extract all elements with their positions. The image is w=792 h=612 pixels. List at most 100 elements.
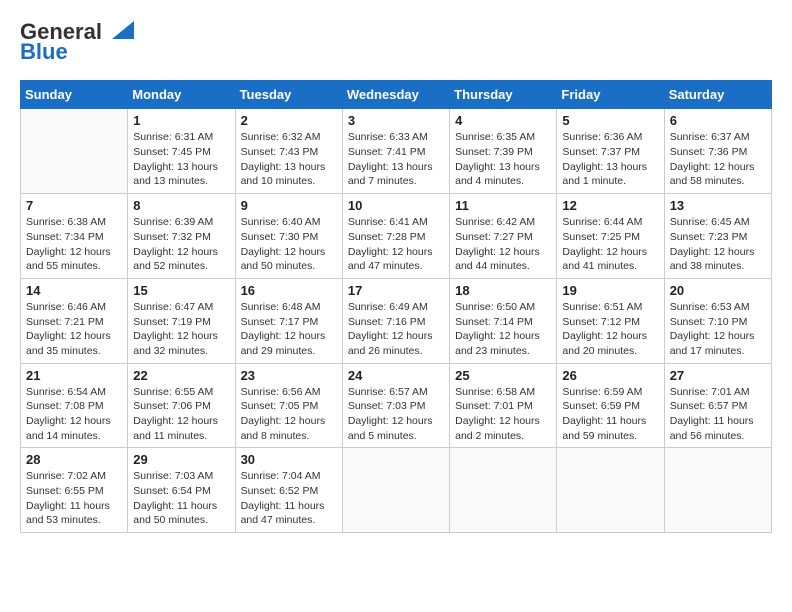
calendar-cell: 6 Sunrise: 6:37 AM Sunset: 7:36 PM Daylig… bbox=[664, 109, 771, 194]
cell-date-number: 23 bbox=[241, 368, 337, 383]
cell-date-number: 17 bbox=[348, 283, 444, 298]
calendar-cell: 23 Sunrise: 6:56 AM Sunset: 7:05 PM Dayli… bbox=[235, 363, 342, 448]
cell-info-text: Sunrise: 6:57 AM Sunset: 7:03 PM Dayligh… bbox=[348, 385, 444, 444]
cell-date-number: 11 bbox=[455, 198, 551, 213]
calendar-cell: 1 Sunrise: 6:31 AM Sunset: 7:45 PM Daylig… bbox=[128, 109, 235, 194]
calendar-week-4: 21Sunrise: 6:54 AM Sunset: 7:08 PM Dayli… bbox=[21, 363, 772, 448]
cell-date-number: 10 bbox=[348, 198, 444, 213]
cell-info-text: Sunrise: 6:46 AM Sunset: 7:21 PM Dayligh… bbox=[26, 300, 122, 359]
calendar-cell: 24 Sunrise: 6:57 AM Sunset: 7:03 PM Dayli… bbox=[342, 363, 449, 448]
cell-info-text: Sunrise: 6:44 AM Sunset: 7:25 PM Dayligh… bbox=[562, 215, 658, 274]
calendar-week-5: 28Sunrise: 7:02 AM Sunset: 6:55 PM Dayli… bbox=[21, 448, 772, 533]
page-header: General Blue bbox=[20, 20, 772, 64]
logo-blue: Blue bbox=[20, 39, 68, 64]
cell-info-text: Sunrise: 6:58 AM Sunset: 7:01 PM Dayligh… bbox=[455, 385, 551, 444]
cell-date-number: 4 bbox=[455, 113, 551, 128]
calendar-cell: 29 Sunrise: 7:03 AM Sunset: 6:54 PM Dayli… bbox=[128, 448, 235, 533]
calendar-cell: 12 Sunrise: 6:44 AM Sunset: 7:25 PM Dayli… bbox=[557, 194, 664, 279]
cell-date-number: 7 bbox=[26, 198, 122, 213]
cell-date-number: 5 bbox=[562, 113, 658, 128]
cell-info-text: Sunrise: 6:49 AM Sunset: 7:16 PM Dayligh… bbox=[348, 300, 444, 359]
cell-info-text: Sunrise: 6:56 AM Sunset: 7:05 PM Dayligh… bbox=[241, 385, 337, 444]
cell-info-text: Sunrise: 6:50 AM Sunset: 7:14 PM Dayligh… bbox=[455, 300, 551, 359]
calendar-cell: 11 Sunrise: 6:42 AM Sunset: 7:27 PM Dayli… bbox=[450, 194, 557, 279]
cell-date-number: 20 bbox=[670, 283, 766, 298]
calendar-cell bbox=[342, 448, 449, 533]
day-header-sunday: Sunday bbox=[21, 81, 128, 109]
calendar-cell: 20 Sunrise: 6:53 AM Sunset: 7:10 PM Dayli… bbox=[664, 278, 771, 363]
calendar-cell: 9 Sunrise: 6:40 AM Sunset: 7:30 PM Daylig… bbox=[235, 194, 342, 279]
day-header-wednesday: Wednesday bbox=[342, 81, 449, 109]
calendar-cell: 22Sunrise: 6:55 AM Sunset: 7:06 PM Dayli… bbox=[128, 363, 235, 448]
calendar-cell: 19 Sunrise: 6:51 AM Sunset: 7:12 PM Dayli… bbox=[557, 278, 664, 363]
calendar-cell: 2 Sunrise: 6:32 AM Sunset: 7:43 PM Daylig… bbox=[235, 109, 342, 194]
cell-date-number: 21 bbox=[26, 368, 122, 383]
calendar-week-1: 1 Sunrise: 6:31 AM Sunset: 7:45 PM Daylig… bbox=[21, 109, 772, 194]
cell-info-text: Sunrise: 6:41 AM Sunset: 7:28 PM Dayligh… bbox=[348, 215, 444, 274]
calendar-cell: 5 Sunrise: 6:36 AM Sunset: 7:37 PM Daylig… bbox=[557, 109, 664, 194]
calendar-table: SundayMondayTuesdayWednesdayThursdayFrid… bbox=[20, 80, 772, 533]
day-header-saturday: Saturday bbox=[664, 81, 771, 109]
calendar-cell: 25 Sunrise: 6:58 AM Sunset: 7:01 PM Dayli… bbox=[450, 363, 557, 448]
calendar-cell: 30 Sunrise: 7:04 AM Sunset: 6:52 PM Dayli… bbox=[235, 448, 342, 533]
calendar-cell: 16 Sunrise: 6:48 AM Sunset: 7:17 PM Dayli… bbox=[235, 278, 342, 363]
cell-date-number: 3 bbox=[348, 113, 444, 128]
calendar-cell bbox=[664, 448, 771, 533]
calendar-cell bbox=[557, 448, 664, 533]
cell-info-text: Sunrise: 6:53 AM Sunset: 7:10 PM Dayligh… bbox=[670, 300, 766, 359]
cell-date-number: 6 bbox=[670, 113, 766, 128]
cell-date-number: 1 bbox=[133, 113, 229, 128]
cell-info-text: Sunrise: 6:33 AM Sunset: 7:41 PM Dayligh… bbox=[348, 130, 444, 189]
cell-date-number: 19 bbox=[562, 283, 658, 298]
cell-info-text: Sunrise: 7:03 AM Sunset: 6:54 PM Dayligh… bbox=[133, 469, 229, 528]
logo: General Blue bbox=[20, 20, 134, 64]
cell-info-text: Sunrise: 6:31 AM Sunset: 7:45 PM Dayligh… bbox=[133, 130, 229, 189]
cell-date-number: 25 bbox=[455, 368, 551, 383]
cell-date-number: 13 bbox=[670, 198, 766, 213]
cell-info-text: Sunrise: 6:51 AM Sunset: 7:12 PM Dayligh… bbox=[562, 300, 658, 359]
cell-date-number: 28 bbox=[26, 452, 122, 467]
calendar-cell bbox=[21, 109, 128, 194]
calendar-cell: 10 Sunrise: 6:41 AM Sunset: 7:28 PM Dayli… bbox=[342, 194, 449, 279]
cell-date-number: 2 bbox=[241, 113, 337, 128]
calendar-cell: 18Sunrise: 6:50 AM Sunset: 7:14 PM Dayli… bbox=[450, 278, 557, 363]
calendar-week-2: 7Sunrise: 6:38 AM Sunset: 7:34 PM Daylig… bbox=[21, 194, 772, 279]
calendar-cell: 15 Sunrise: 6:47 AM Sunset: 7:19 PM Dayli… bbox=[128, 278, 235, 363]
cell-date-number: 16 bbox=[241, 283, 337, 298]
cell-info-text: Sunrise: 6:36 AM Sunset: 7:37 PM Dayligh… bbox=[562, 130, 658, 189]
cell-info-text: Sunrise: 6:42 AM Sunset: 7:27 PM Dayligh… bbox=[455, 215, 551, 274]
calendar-cell: 17 Sunrise: 6:49 AM Sunset: 7:16 PM Dayli… bbox=[342, 278, 449, 363]
calendar-cell: 8 Sunrise: 6:39 AM Sunset: 7:32 PM Daylig… bbox=[128, 194, 235, 279]
calendar-cell: 13 Sunrise: 6:45 AM Sunset: 7:23 PM Dayli… bbox=[664, 194, 771, 279]
calendar-cell: 14 Sunrise: 6:46 AM Sunset: 7:21 PM Dayli… bbox=[21, 278, 128, 363]
cell-date-number: 15 bbox=[133, 283, 229, 298]
calendar-cell: 28Sunrise: 7:02 AM Sunset: 6:55 PM Dayli… bbox=[21, 448, 128, 533]
cell-date-number: 9 bbox=[241, 198, 337, 213]
cell-info-text: Sunrise: 6:37 AM Sunset: 7:36 PM Dayligh… bbox=[670, 130, 766, 189]
day-header-monday: Monday bbox=[128, 81, 235, 109]
calendar-cell bbox=[450, 448, 557, 533]
day-header-tuesday: Tuesday bbox=[235, 81, 342, 109]
logo-icon bbox=[102, 21, 134, 43]
cell-date-number: 22 bbox=[133, 368, 229, 383]
day-header-thursday: Thursday bbox=[450, 81, 557, 109]
calendar-cell: 7Sunrise: 6:38 AM Sunset: 7:34 PM Daylig… bbox=[21, 194, 128, 279]
cell-info-text: Sunrise: 6:40 AM Sunset: 7:30 PM Dayligh… bbox=[241, 215, 337, 274]
cell-date-number: 27 bbox=[670, 368, 766, 383]
cell-date-number: 24 bbox=[348, 368, 444, 383]
cell-date-number: 8 bbox=[133, 198, 229, 213]
cell-date-number: 30 bbox=[241, 452, 337, 467]
cell-info-text: Sunrise: 6:45 AM Sunset: 7:23 PM Dayligh… bbox=[670, 215, 766, 274]
cell-date-number: 12 bbox=[562, 198, 658, 213]
cell-date-number: 14 bbox=[26, 283, 122, 298]
calendar-cell: 3 Sunrise: 6:33 AM Sunset: 7:41 PM Daylig… bbox=[342, 109, 449, 194]
cell-info-text: Sunrise: 6:35 AM Sunset: 7:39 PM Dayligh… bbox=[455, 130, 551, 189]
cell-info-text: Sunrise: 6:39 AM Sunset: 7:32 PM Dayligh… bbox=[133, 215, 229, 274]
cell-info-text: Sunrise: 6:32 AM Sunset: 7:43 PM Dayligh… bbox=[241, 130, 337, 189]
cell-info-text: Sunrise: 7:04 AM Sunset: 6:52 PM Dayligh… bbox=[241, 469, 337, 528]
calendar-cell: 27Sunrise: 7:01 AM Sunset: 6:57 PM Dayli… bbox=[664, 363, 771, 448]
cell-info-text: Sunrise: 6:47 AM Sunset: 7:19 PM Dayligh… bbox=[133, 300, 229, 359]
cell-info-text: Sunrise: 6:48 AM Sunset: 7:17 PM Dayligh… bbox=[241, 300, 337, 359]
cell-date-number: 26 bbox=[562, 368, 658, 383]
cell-date-number: 29 bbox=[133, 452, 229, 467]
